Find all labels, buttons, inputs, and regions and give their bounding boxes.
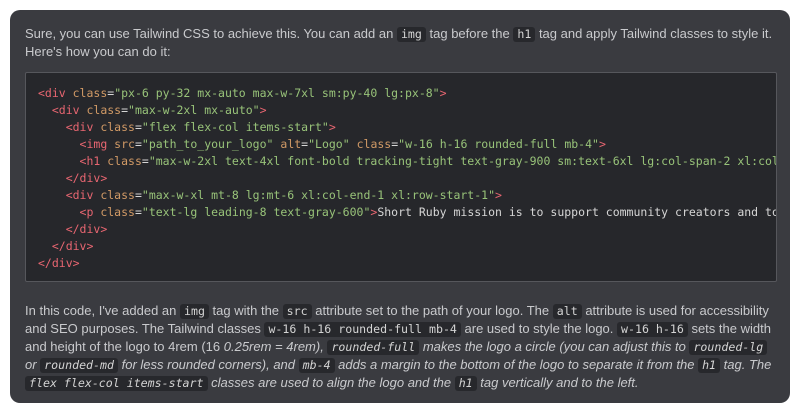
inline-code: h1 — [698, 358, 721, 373]
code-line: </div> — [65, 171, 108, 185]
inline-code: w-16 h-16 — [617, 322, 688, 337]
inline-code: w-16 h-16 rounded-full mb-4 — [264, 322, 461, 337]
inline-code: alt — [552, 304, 582, 319]
inline-code: img — [179, 304, 209, 319]
code-line: </div> — [65, 222, 108, 236]
inline-code: rounded-md — [40, 358, 118, 373]
inline-code: src — [282, 304, 312, 319]
code-line: <div class="flex flex-col items-start"> — [65, 120, 336, 134]
code-line: <div class="max-w-2xl mx-auto"> — [51, 103, 267, 117]
code-block: <div class="px-6 py-32 mx-auto max-w-7xl… — [25, 72, 777, 282]
code-line: <div class="max-w-xl mt-8 lg:mt-6 xl:col… — [65, 188, 502, 202]
inline-code: h1 — [454, 376, 477, 391]
explanation-paragraph: In this code, I've added an img tag with… — [25, 303, 772, 391]
inline-code: img — [396, 27, 426, 42]
inline-code: mb-4 — [298, 358, 335, 373]
inline-code: h1 — [513, 27, 536, 42]
code-line: <h1 class="max-w-2xl text-4xl font-bold … — [79, 154, 777, 168]
inline-code: rounded-lg — [689, 340, 768, 355]
intro-text: tag before the — [425, 26, 514, 41]
intro-paragraph: Sure, you can use Tailwind CSS to achiev… — [25, 25, 777, 61]
chat-message: Sure, you can use Tailwind CSS to achiev… — [10, 10, 790, 403]
code-line: <img src="path_to_your_logo" alt="Logo" … — [79, 137, 606, 151]
inline-code: rounded-full — [327, 340, 420, 355]
code-line: <p class="text-lg leading-8 text-gray-60… — [79, 205, 777, 219]
intro-text: Sure, you can use Tailwind CSS to achiev… — [25, 26, 397, 41]
code-line: </div> — [38, 256, 80, 270]
code-line: <div class="px-6 py-32 mx-auto max-w-7xl… — [38, 86, 447, 100]
code-line: </div> — [51, 239, 94, 253]
inline-code: flex flex-col items-start — [25, 376, 208, 391]
